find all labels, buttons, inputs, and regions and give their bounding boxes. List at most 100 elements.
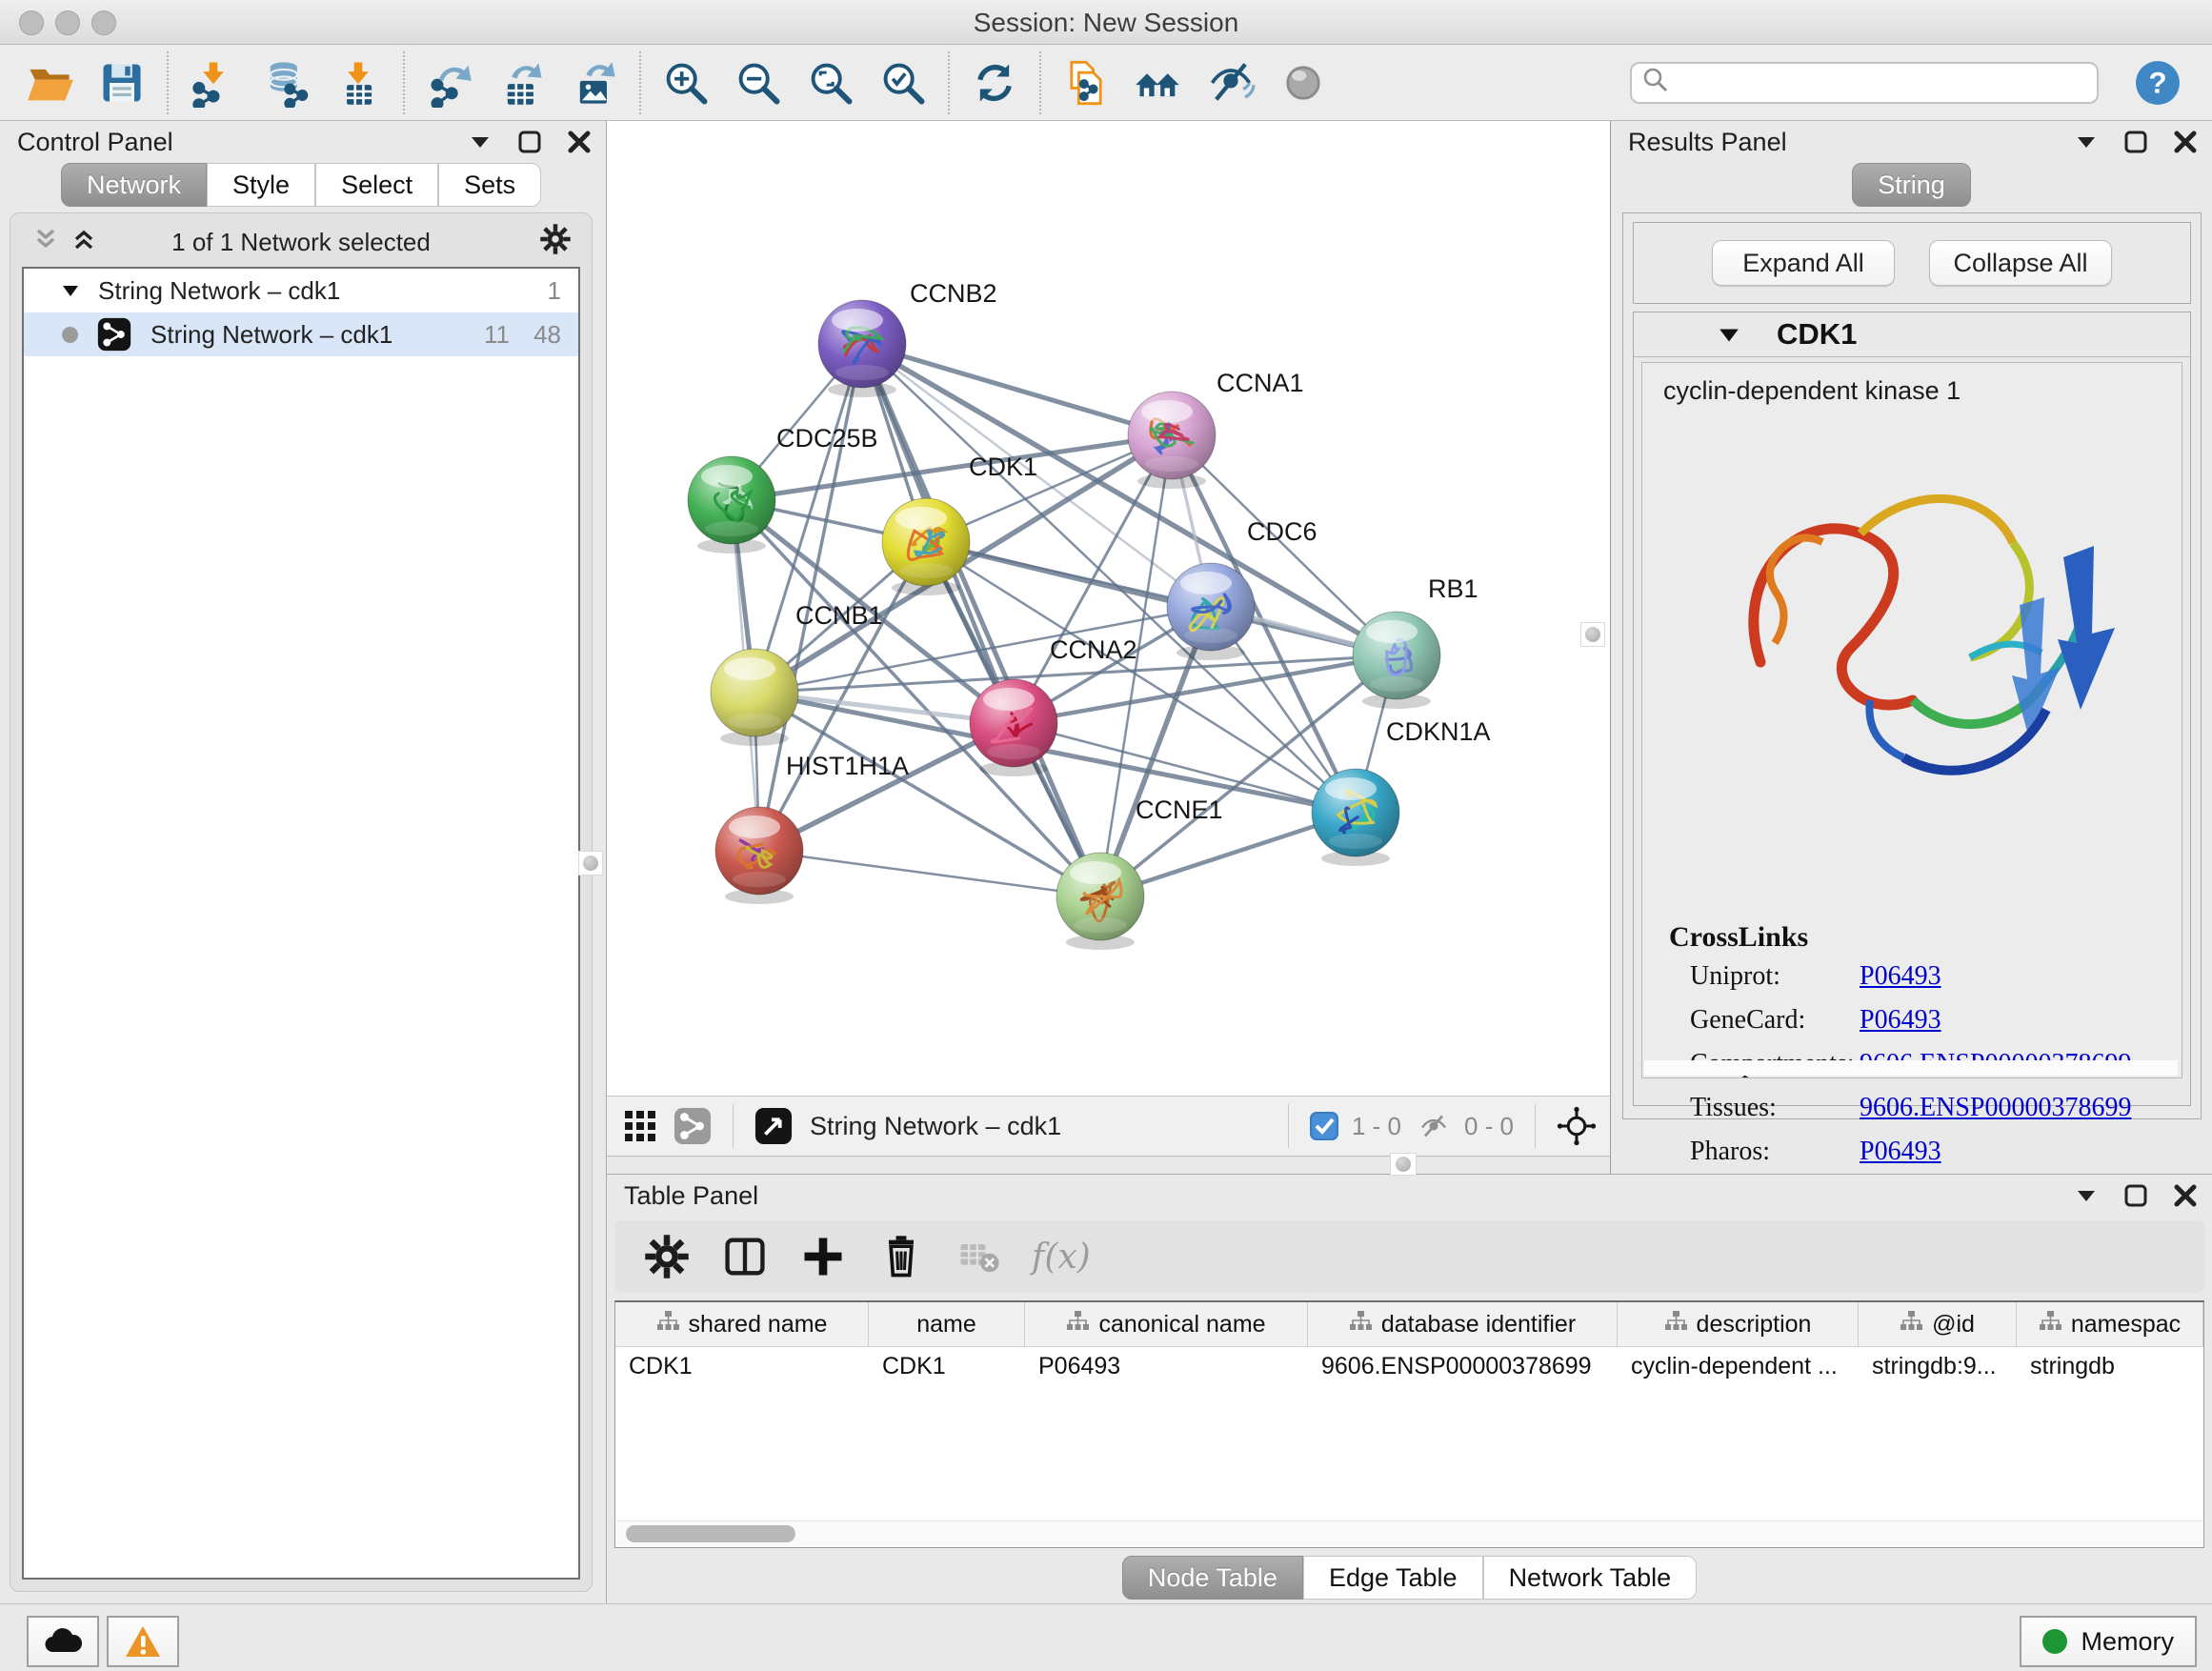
table-row[interactable]: CDK1CDK1P064939606.ENSP00000378699cyclin… [615,1346,2203,1386]
fit-content-crosshair-icon[interactable] [1557,1106,1597,1146]
warnings-button[interactable] [107,1616,179,1667]
export-image-icon[interactable] [569,57,620,109]
zoom-fit-icon[interactable] [805,57,856,109]
network-node-ccna1[interactable]: CCNA1 [1128,369,1304,489]
network-node-ccne1[interactable]: CCNE1 [1056,795,1223,950]
table-cell[interactable]: 9606.ENSP00000378699 [1308,1346,1618,1386]
network-node-rb1[interactable]: RB1 [1353,574,1478,709]
tab-edge-table[interactable]: Edge Table [1303,1556,1483,1600]
panel-maximize-icon[interactable] [516,129,543,155]
network-edge[interactable] [862,344,1100,896]
table-cell[interactable]: P06493 [1025,1346,1308,1386]
collapse-all-button[interactable]: Collapse All [1929,240,2112,286]
delete-column-icon[interactable] [875,1231,927,1282]
bottom-splitter-handle[interactable] [1390,1153,1417,1176]
function-builder-icon[interactable]: f(x) [1032,1238,1091,1277]
export-table-icon[interactable] [496,57,548,109]
panel-maximize-icon[interactable] [2122,1182,2149,1209]
export-network-icon[interactable] [424,57,475,109]
table-cell[interactable]: stringdb [2017,1346,2203,1386]
selected-checkbox-icon[interactable] [1310,1112,1338,1140]
zoom-out-icon[interactable] [733,57,784,109]
show-all-icon[interactable] [1277,57,1329,109]
tab-string[interactable]: String [1852,163,1971,207]
hidden-eye-icon[interactable] [1417,1109,1451,1143]
import-network-from-database-icon[interactable] [260,57,312,109]
toolbar-separator [948,51,950,114]
network-canvas[interactable]: CCNB2CCNA1CDC25BCDK1CDC6RB1CCNB1CCNA2CDK… [607,121,1610,1096]
show-columns-icon[interactable] [719,1231,771,1282]
delete-table-icon[interactable] [954,1231,1005,1282]
column-header-shared-name[interactable]: shared name [615,1302,869,1346]
table-cell[interactable]: cyclin-dependent ... [1618,1346,1859,1386]
gene-expander-icon[interactable] [1718,324,1740,347]
refresh-icon[interactable] [969,57,1020,109]
network-node-cdc6[interactable]: CDC6 [1167,517,1317,660]
collection-expander-icon[interactable] [60,280,81,301]
open-session-icon[interactable] [24,57,75,109]
table-cell[interactable]: stringdb:9... [1859,1346,2017,1386]
network-node-cdkn1a[interactable]: CDKN1A [1312,717,1491,866]
tab-network[interactable]: Network [61,163,207,207]
network-view-share-icon[interactable] [674,1107,712,1145]
column-header-name[interactable]: name [869,1302,1025,1346]
column-type-icon [1900,1310,1922,1339]
help-icon[interactable]: ? [2134,59,2182,107]
add-column-icon[interactable] [797,1231,849,1282]
column-header-canonical-name[interactable]: canonical name [1025,1302,1308,1346]
panel-close-icon[interactable] [2172,129,2199,155]
tab-select[interactable]: Select [315,163,438,207]
tab-node-table[interactable]: Node Table [1122,1556,1303,1600]
network-edge[interactable] [862,344,1397,655]
crosslink-value-link[interactable]: P06493 [1860,961,1941,1005]
grid-view-icon[interactable] [622,1108,658,1144]
column-header--id[interactable]: @id [1859,1302,2017,1346]
network-list: String Network – cdk1 1 String Network –… [22,267,580,1580]
panel-float-icon[interactable] [2073,1182,2100,1209]
tab-style[interactable]: Style [207,163,315,207]
memory-button[interactable]: Memory [2020,1616,2197,1667]
network-row[interactable]: String Network – cdk1 11 48 [24,312,578,356]
table-scrollbar-thumb[interactable] [626,1525,795,1542]
network-node-cdc25b[interactable]: CDC25B [688,424,878,554]
network-node-hist1h1a[interactable]: HIST1H1A [715,752,909,904]
hide-selected-icon[interactable] [1205,57,1257,109]
crosslink-value-link[interactable]: 9606.ENSP00000378699 [1860,1093,2131,1137]
tab-sets[interactable]: Sets [438,163,541,207]
panel-maximize-icon[interactable] [2122,129,2149,155]
panel-close-icon[interactable] [566,129,593,155]
crosslink-value-link[interactable]: P06493 [1860,1005,1941,1049]
network-options-gear-icon[interactable] [538,222,573,261]
import-table-icon[interactable] [332,57,384,109]
zoom-in-icon[interactable] [660,57,712,109]
gene-section-header[interactable]: CDK1 [1634,312,2190,357]
zoom-selected-icon[interactable] [877,57,929,109]
network-collection-row[interactable]: String Network – cdk1 1 [24,269,578,312]
right-splitter-handle[interactable] [1580,622,1605,647]
table-cell[interactable]: CDK1 [869,1346,1025,1386]
cloud-status-button[interactable] [27,1616,99,1667]
column-header-description[interactable]: description [1618,1302,1859,1346]
network-from-selection-icon[interactable] [1060,57,1112,109]
panel-float-icon[interactable] [467,129,493,155]
expand-all-button[interactable]: Expand All [1712,240,1895,286]
search-input[interactable] [1670,67,2097,98]
save-session-icon[interactable] [96,57,148,109]
table-cell[interactable]: CDK1 [615,1346,869,1386]
birdseye-view-icon[interactable] [754,1107,793,1145]
first-neighbors-icon[interactable] [1133,57,1184,109]
horizontal-splitter[interactable] [607,1157,1610,1174]
column-header-namespac[interactable]: namespac [2017,1302,2203,1346]
network-view-title: String Network – cdk1 [810,1112,1061,1141]
network-edge[interactable] [759,851,1100,896]
svg-text:?: ? [2148,66,2166,99]
results-scrollbar-track[interactable] [1644,1060,2178,1076]
table-settings-gear-icon[interactable] [641,1231,693,1282]
panel-close-icon[interactable] [2172,1182,2199,1209]
import-network-icon[interactable] [188,57,239,109]
column-header-database-identifier[interactable]: database identifier [1308,1302,1618,1346]
table-scrollbar-track[interactable] [616,1520,2202,1546]
tab-network-table[interactable]: Network Table [1483,1556,1698,1600]
left-splitter-handle[interactable] [578,851,603,876]
panel-float-icon[interactable] [2073,129,2100,155]
